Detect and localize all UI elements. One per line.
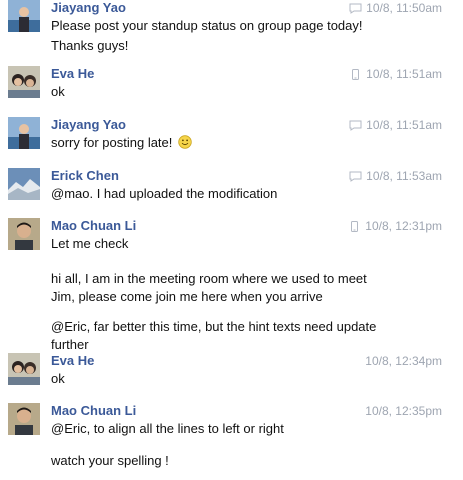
sender-name[interactable]: Erick Chen — [51, 168, 119, 184]
message-text: @Eric, far better this time, but the hin… — [51, 319, 377, 334]
timestamp: 10/8, 12:31pm — [365, 219, 442, 233]
avatar-mao-chuan-li-icon — [8, 218, 40, 250]
message-text: hi all, I am in the meeting room where w… — [51, 271, 367, 286]
message-meta: 10/8, 12:34pm — [365, 354, 442, 368]
message-text: Thanks guys! — [51, 38, 129, 53]
avatar-eva-he-icon — [8, 353, 40, 385]
message-meta: 10/8, 12:35pm — [365, 404, 442, 418]
chat-bubble-icon — [349, 3, 362, 14]
timestamp: 10/8, 12:34pm — [365, 354, 442, 368]
avatar[interactable] — [8, 168, 40, 200]
sender-name[interactable]: Mao Chuan Li — [51, 218, 136, 234]
chat-bubble-icon — [349, 120, 362, 131]
message-text: watch your spelling ! — [51, 453, 169, 468]
message-meta: 10/8, 11:51am — [349, 118, 442, 132]
message-group: Jiayang Yao 10/8, 11:50am Please post yo… — [0, 0, 463, 56]
chat-conversation: Jiayang Yao 10/8, 11:50am Please post yo… — [0, 0, 463, 480]
avatar[interactable] — [8, 353, 40, 385]
message-meta: 10/8, 11:53am — [349, 169, 442, 183]
message-text: Jim, please come join me here when you a… — [51, 289, 323, 304]
message-text: Let me check — [51, 236, 129, 251]
message-text: @mao. I had uploaded the modification — [51, 186, 278, 201]
timestamp: 10/8, 11:50am — [366, 1, 442, 15]
avatar[interactable] — [8, 403, 40, 435]
message-group: Jiayang Yao 10/8, 11:51am sorry for post… — [0, 117, 463, 157]
mobile-phone-icon — [352, 68, 360, 80]
sender-name[interactable]: Eva He — [51, 353, 94, 369]
message-text-row: sorry for posting late! — [51, 133, 441, 153]
avatar[interactable] — [8, 0, 40, 32]
message-group: Mao Chuan Li 10/8, 12:35pm @Eric, to ali… — [0, 403, 463, 480]
message-text: Please post your standup status on group… — [51, 18, 363, 33]
avatar-mao-chuan-li-icon — [8, 403, 40, 435]
avatar-jiayang-yao-icon — [8, 0, 40, 32]
message-group: Eva He 10/8, 12:34pm ok — [0, 353, 463, 393]
smiley-emoji-icon — [178, 135, 192, 149]
message-text: sorry for posting late! — [51, 135, 173, 150]
timestamp: 10/8, 11:51am — [366, 118, 442, 132]
mobile-phone-icon — [351, 220, 359, 232]
message-text: ok — [51, 371, 65, 386]
message-text: @Eric, to align all the lines to left or… — [51, 421, 284, 436]
avatar-eva-he-icon — [8, 66, 40, 98]
message-group: Eva He 10/8, 11:51am ok — [0, 66, 463, 106]
sender-name[interactable]: Eva He — [51, 66, 94, 82]
timestamp: 10/8, 11:53am — [366, 169, 442, 183]
message-meta: 10/8, 11:51am — [349, 67, 442, 81]
timestamp: 10/8, 12:35pm — [365, 404, 442, 418]
sender-name[interactable]: Mao Chuan Li — [51, 403, 136, 419]
avatar[interactable] — [8, 66, 40, 98]
message-group: Mao Chuan Li 10/8, 12:31pm Let me check … — [0, 218, 463, 352]
timestamp: 10/8, 11:51am — [366, 67, 442, 81]
sender-name[interactable]: Jiayang Yao — [51, 0, 126, 16]
message-meta: 10/8, 11:50am — [349, 1, 442, 15]
chat-bubble-icon — [349, 171, 362, 182]
avatar-erick-chen-icon — [8, 168, 40, 200]
avatar-jiayang-yao-icon — [8, 117, 40, 149]
message-text: further — [51, 337, 89, 352]
avatar[interactable] — [8, 218, 40, 250]
message-group: Erick Chen 10/8, 11:53am @mao. I had upl… — [0, 168, 463, 208]
sender-name[interactable]: Jiayang Yao — [51, 117, 126, 133]
avatar[interactable] — [8, 117, 40, 149]
message-meta: 10/8, 12:31pm — [348, 219, 442, 233]
message-text: ok — [51, 84, 65, 99]
